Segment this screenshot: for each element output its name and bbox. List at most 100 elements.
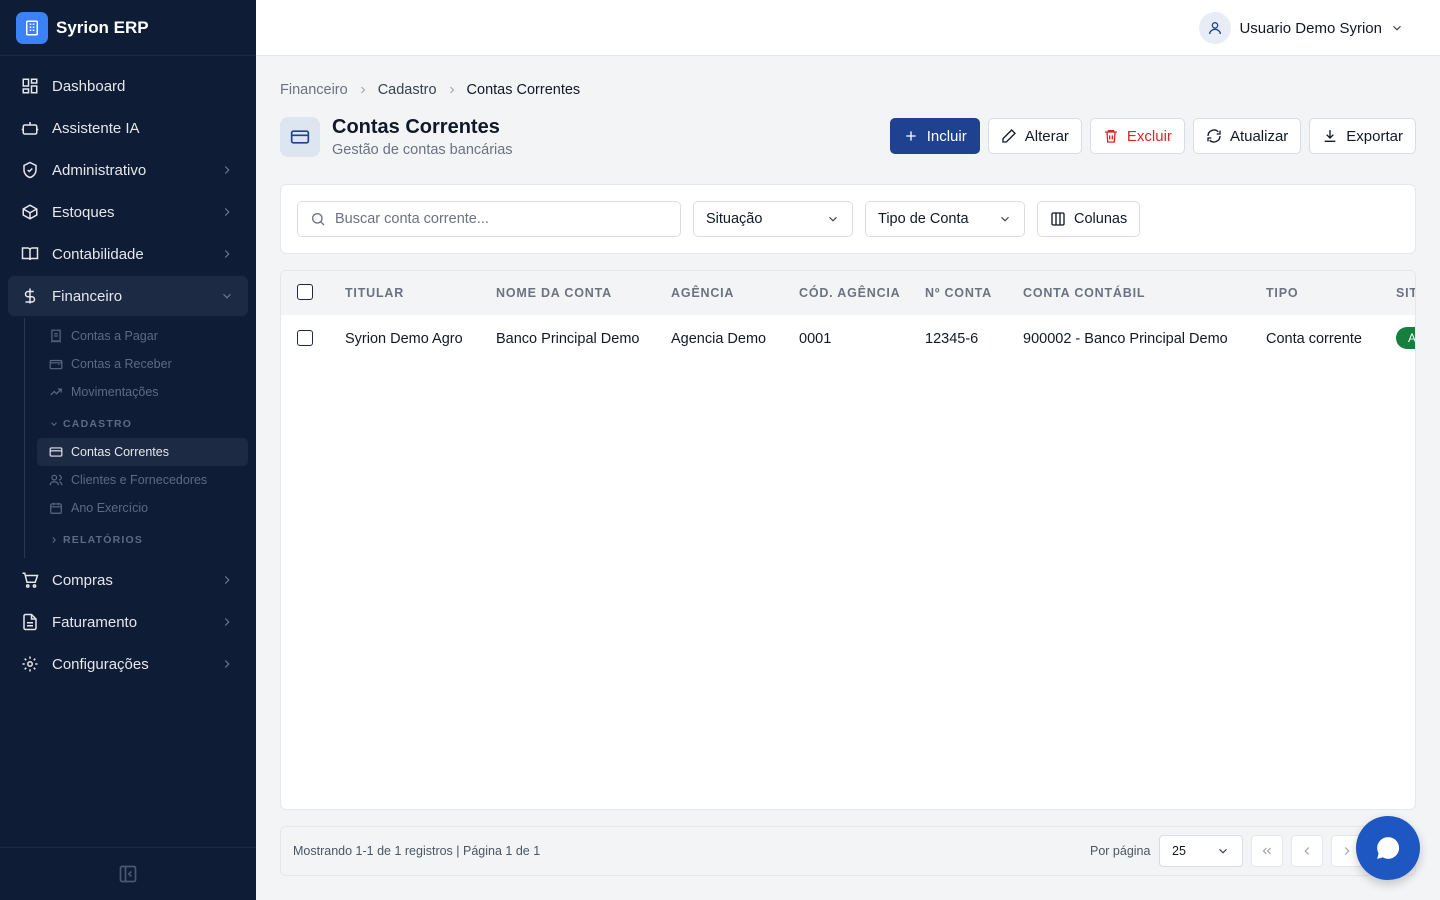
sidebar-collapse-button[interactable] bbox=[0, 847, 256, 900]
nav-configuracoes[interactable]: Configurações bbox=[8, 644, 248, 684]
incluir-button[interactable]: Incluir bbox=[889, 118, 980, 154]
nav-label: Configurações bbox=[52, 655, 149, 673]
panel-collapse-icon bbox=[119, 865, 137, 883]
sub-contas-pagar[interactable]: Contas a Pagar bbox=[37, 322, 248, 350]
nav-label: Assistente IA bbox=[52, 119, 140, 137]
table-header: TITULAR NOME DA CONTA AGÊNCIA CÓD. AGÊNC… bbox=[281, 271, 1415, 315]
nav-label: Administrativo bbox=[52, 161, 147, 179]
select-value: Tipo de Conta bbox=[878, 211, 969, 227]
tipo-conta-select[interactable]: Tipo de Conta bbox=[865, 201, 1025, 237]
package-icon bbox=[20, 202, 40, 222]
columns-icon bbox=[1051, 212, 1065, 226]
col-nome-conta[interactable]: NOME DA CONTA bbox=[496, 286, 612, 300]
nav-financeiro[interactable]: Financeiro bbox=[8, 276, 248, 316]
chevron-right-icon bbox=[224, 208, 230, 216]
sub-label: Ano Exercício bbox=[71, 501, 149, 515]
col-agencia[interactable]: AGÊNCIA bbox=[671, 286, 734, 300]
per-page-select[interactable]: 25 bbox=[1159, 835, 1243, 867]
chat-bubble-icon bbox=[1377, 837, 1400, 859]
cell-nome-conta: Banco Principal Demo bbox=[496, 331, 640, 347]
topbar: Usuario Demo Syrion bbox=[256, 0, 1440, 56]
dollar-icon bbox=[20, 286, 40, 306]
breadcrumb-cadastro[interactable]: Cadastro bbox=[378, 82, 437, 98]
section-label: RELATÓRIOS bbox=[63, 534, 144, 546]
colunas-button[interactable]: Colunas bbox=[1037, 201, 1141, 237]
col-cod-agencia[interactable]: CÓD. AGÊNCIA bbox=[799, 286, 901, 300]
sub-ano-exercicio[interactable]: Ano Exercício bbox=[37, 494, 248, 522]
excluir-button[interactable]: Excluir bbox=[1089, 118, 1185, 154]
status-badge: A bbox=[1396, 327, 1415, 349]
nav-label: Estoques bbox=[52, 203, 115, 221]
per-page-label: Por página bbox=[1090, 844, 1151, 858]
sub-label: Contas a Receber bbox=[71, 357, 172, 371]
nav-contabilidade[interactable]: Contabilidade bbox=[8, 234, 248, 274]
sub-movimentacoes[interactable]: Movimentações bbox=[37, 378, 248, 406]
select-all-checkbox[interactable] bbox=[297, 284, 313, 300]
section-label: CADASTRO bbox=[63, 418, 133, 430]
nav-label: Financeiro bbox=[52, 287, 123, 305]
col-conta-contabil[interactable]: CONTA CONTÁBIL bbox=[1023, 286, 1145, 300]
nav-faturamento[interactable]: Faturamento bbox=[8, 602, 248, 642]
exportar-button[interactable]: Exportar bbox=[1309, 118, 1416, 154]
file-text-icon bbox=[20, 612, 40, 632]
prev-page-button[interactable] bbox=[1291, 835, 1323, 867]
section-relatorios[interactable]: RELATÓRIOS bbox=[25, 526, 256, 554]
user-icon bbox=[1199, 12, 1232, 44]
col-tipo[interactable]: TIPO bbox=[1266, 286, 1298, 300]
dashboard-icon bbox=[20, 76, 40, 96]
chevron-right-icon bbox=[1344, 847, 1350, 855]
search-box[interactable] bbox=[297, 201, 681, 237]
chevron-left-icon bbox=[1304, 847, 1310, 855]
chevrons-left-icon bbox=[1262, 847, 1271, 855]
col-situacao[interactable]: SIT bbox=[1396, 286, 1415, 300]
pagination-info: Mostrando 1-1 de 1 registros | Página 1 … bbox=[293, 844, 541, 858]
shield-icon bbox=[20, 160, 40, 180]
breadcrumb-financeiro[interactable]: Financeiro bbox=[280, 82, 348, 98]
building-icon bbox=[16, 11, 48, 44]
brand[interactable]: Syrion ERP bbox=[0, 0, 256, 56]
chevron-right-icon bbox=[224, 576, 230, 584]
refresh-icon bbox=[1207, 129, 1221, 143]
chat-button[interactable] bbox=[1356, 816, 1420, 880]
nav-label: Compras bbox=[52, 571, 113, 589]
sub-label: Clientes e Fornecedores bbox=[71, 473, 208, 487]
nav-dashboard[interactable]: Dashboard bbox=[8, 66, 248, 106]
section-cadastro[interactable]: CADASTRO bbox=[25, 410, 256, 438]
atualizar-button[interactable]: Atualizar bbox=[1192, 118, 1302, 154]
bot-icon bbox=[20, 118, 40, 138]
sub-contas-receber[interactable]: Contas a Receber bbox=[37, 350, 248, 378]
first-page-button[interactable] bbox=[1251, 835, 1283, 867]
nav-estoques[interactable]: Estoques bbox=[8, 192, 248, 232]
nav-administrativo[interactable]: Administrativo bbox=[8, 150, 248, 190]
search-input[interactable] bbox=[335, 211, 655, 227]
nav-compras[interactable]: Compras bbox=[8, 560, 248, 600]
chevron-down-icon bbox=[223, 293, 231, 299]
chevron-right-icon bbox=[52, 537, 56, 543]
nav-label: Faturamento bbox=[52, 613, 138, 631]
col-titular[interactable]: TITULAR bbox=[345, 286, 404, 300]
sub-contas-correntes[interactable]: Contas Correntes bbox=[37, 438, 248, 466]
sidebar: Syrion ERP Dashboard Assistente IA Admin… bbox=[0, 0, 256, 900]
user-menu[interactable]: Usuario Demo Syrion bbox=[1199, 12, 1404, 44]
chevron-down-icon bbox=[1393, 25, 1401, 31]
credit-card-icon bbox=[280, 117, 320, 157]
cell-cod-agencia: 0001 bbox=[799, 331, 832, 347]
gear-icon bbox=[20, 654, 40, 674]
nav-label: Dashboard bbox=[52, 77, 126, 95]
chevron-right-icon bbox=[224, 166, 230, 174]
breadcrumb: Financeiro Cadastro Contas Correntes bbox=[280, 82, 580, 98]
nav-assistente[interactable]: Assistente IA bbox=[8, 108, 248, 148]
situacao-select[interactable]: Situação bbox=[693, 201, 853, 237]
button-label: Incluir bbox=[926, 127, 967, 145]
data-table: TITULAR NOME DA CONTA AGÊNCIA CÓD. AGÊNC… bbox=[280, 270, 1416, 810]
alterar-button[interactable]: Alterar bbox=[987, 118, 1082, 154]
col-numero-conta[interactable]: Nº CONTA bbox=[925, 286, 992, 300]
plus-icon bbox=[906, 131, 916, 141]
row-checkbox[interactable] bbox=[297, 330, 313, 346]
download-icon bbox=[1324, 130, 1336, 142]
sub-clientes-fornecedores[interactable]: Clientes e Fornecedores bbox=[37, 466, 248, 494]
search-icon bbox=[312, 213, 325, 226]
chevron-down-icon bbox=[1219, 848, 1227, 854]
wallet-icon bbox=[49, 359, 63, 370]
cell-tipo: Conta corrente bbox=[1266, 331, 1362, 347]
